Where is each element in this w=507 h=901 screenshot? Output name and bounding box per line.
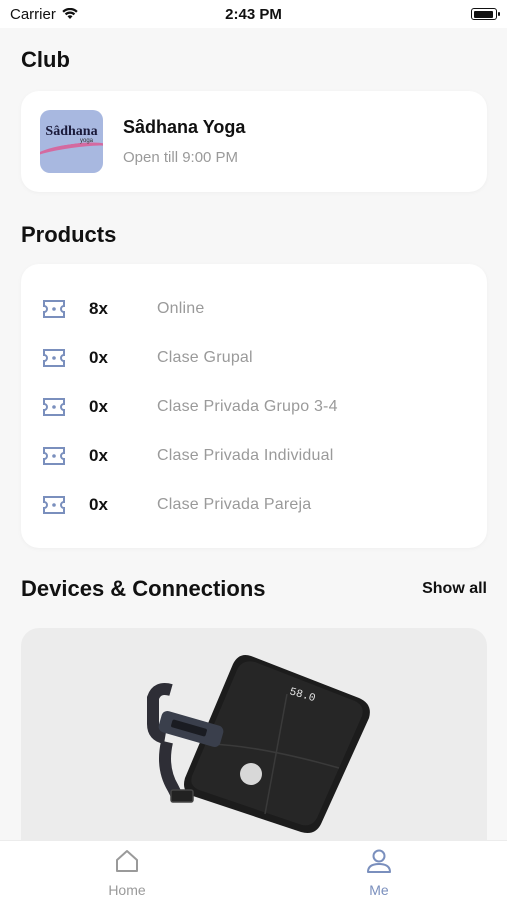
club-logo: Sâdhana yoga [40, 110, 103, 173]
product-row[interactable]: 0x Clase Grupal [21, 343, 487, 373]
club-logo-text: Sâdhana [45, 124, 98, 139]
products-card: 8x Online 0x Clase Grupal 0x Clase Priva… [21, 264, 487, 548]
product-name: Online [157, 300, 205, 317]
status-left: Carrier [10, 6, 78, 23]
club-card[interactable]: Sâdhana yoga Sâdhana Yoga Open till 9:00… [21, 91, 487, 192]
product-row[interactable]: 8x Online [21, 294, 487, 324]
club-section-title: Club [21, 47, 70, 72]
product-name: Clase Privada Grupo 3-4 [157, 398, 338, 415]
product-row[interactable]: 0x Clase Privada Individual [21, 441, 487, 471]
product-qty: 0x [89, 446, 108, 465]
product-name: Clase Privada Pareja [157, 496, 312, 513]
devices-section-title: Devices & Connections [21, 576, 266, 601]
product-name: Clase Grupal [157, 349, 253, 366]
ticket-icon [43, 300, 65, 318]
wifi-icon [62, 8, 78, 19]
tab-bar: Home Me [0, 840, 507, 901]
home-icon [116, 850, 138, 872]
carrier-label: Carrier [10, 5, 56, 23]
product-qty: 0x [89, 397, 108, 416]
product-qty: 8x [89, 299, 108, 318]
tab-me-label: Me [369, 882, 389, 898]
product-qty: 0x [89, 348, 108, 367]
ticket-icon [43, 398, 65, 416]
products-section-title: Products [21, 222, 117, 247]
show-all-link[interactable]: Show all [422, 580, 487, 598]
tab-me[interactable]: Me [319, 847, 439, 898]
battery-icon [471, 8, 500, 20]
ticket-icon [43, 349, 65, 367]
ticket-icon [43, 496, 65, 514]
status-bar: Carrier 2:43 PM [0, 0, 507, 28]
product-row[interactable]: 0x Clase Privada Grupo 3-4 [21, 392, 487, 422]
club-logo-subtext: yoga [79, 138, 93, 144]
person-icon [367, 849, 391, 873]
ticket-icon [43, 447, 65, 465]
product-row[interactable]: 0x Clase Privada Pareja [21, 490, 487, 520]
tab-home[interactable]: Home [67, 847, 187, 898]
product-qty: 0x [89, 495, 108, 514]
devices-illustration: 58.0 [147, 655, 370, 833]
tab-home-label: Home [108, 882, 146, 898]
club-name: Sâdhana Yoga [123, 117, 246, 137]
club-hours: Open till 9:00 PM [123, 149, 239, 166]
devices-card[interactable]: 58.0 [21, 628, 487, 868]
product-name: Clase Privada Individual [157, 447, 334, 464]
